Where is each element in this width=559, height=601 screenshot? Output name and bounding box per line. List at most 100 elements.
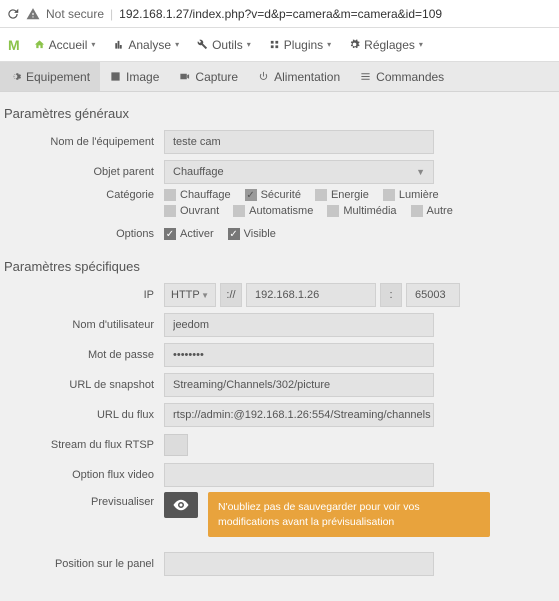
page-url[interactable]: 192.168.1.27/index.php?v=d&p=camera&m=ca… [119, 7, 442, 21]
home-icon [34, 39, 45, 50]
chk-securite[interactable]: Sécurité [245, 189, 301, 201]
section-general-title: Paramètres généraux [4, 100, 549, 129]
row-preview: Previsualiser N'oubliez pas de sauvegard… [4, 492, 549, 537]
row-stream-url: URL du flux rtsp://admin:@192.168.1.26:5… [4, 402, 549, 428]
menu-label: Analyse [128, 38, 171, 52]
wrench-icon [197, 39, 208, 50]
ip-separator: : [380, 283, 402, 307]
row-options: Options Activer Visible [4, 221, 549, 247]
tabs-bar: Equipement Image Capture Alimentation Co… [0, 62, 559, 92]
checkbox-icon [383, 189, 395, 201]
tab-label: Image [126, 70, 159, 84]
section-specific-title: Paramètres spécifiques [4, 253, 549, 282]
gear-icon [349, 39, 360, 50]
input-panel-position[interactable] [164, 552, 434, 576]
select-ip-protocol[interactable]: HTTP▼ [164, 283, 216, 307]
label-options: Options [4, 228, 164, 240]
preview-button[interactable] [164, 492, 198, 518]
tab-image[interactable]: Image [100, 62, 169, 91]
checkbox-icon [233, 205, 245, 217]
row-username: Nom d'utilisateur [4, 312, 549, 338]
menu-accueil[interactable]: Accueil ▾ [26, 32, 104, 58]
cog-icon [10, 71, 21, 82]
list-icon [360, 71, 371, 82]
select-parent-object[interactable]: Chauffage ▼ [164, 160, 434, 184]
checkbox-icon [315, 189, 327, 201]
menu-analyse[interactable]: Analyse ▾ [105, 32, 187, 58]
content-pane: Paramètres généraux Nom de l'équipement … [0, 92, 559, 601]
row-snapshot-url: URL de snapshot [4, 372, 549, 398]
menu-plugins[interactable]: Plugins ▾ [261, 32, 339, 58]
chevron-down-icon: ▼ [416, 167, 425, 177]
separator: | [110, 7, 113, 21]
reload-icon[interactable] [6, 7, 20, 21]
browser-address-bar: Not secure | 192.168.1.27/index.php?v=d&… [0, 0, 559, 28]
caret-icon: ▾ [327, 40, 331, 49]
input-video-option[interactable] [164, 463, 434, 487]
tab-label: Commandes [376, 70, 444, 84]
chevron-down-icon: ▼ [201, 291, 209, 300]
warning-icon [26, 7, 40, 21]
checkbox-icon [164, 228, 176, 240]
chk-chauffage[interactable]: Chauffage [164, 189, 231, 201]
select-value: Chauffage [173, 166, 224, 178]
input-username[interactable] [164, 313, 434, 337]
menu-label: Plugins [284, 38, 323, 52]
label-rtsp-stream: Stream du flux RTSP [4, 439, 164, 451]
input-equipment-name[interactable] [164, 130, 434, 154]
caret-icon: ▾ [175, 40, 179, 49]
chk-ouvrant[interactable]: Ouvrant [164, 205, 219, 217]
row-category: Catégorie Chauffage Sécurité Energie Lum… [4, 189, 549, 217]
row-password: Mot de passe [4, 342, 549, 368]
input-stream-url[interactable]: rtsp://admin:@192.168.1.26:554/Streaming… [164, 403, 434, 427]
tab-label: Equipement [26, 70, 90, 84]
row-rtsp-stream: Stream du flux RTSP [4, 432, 549, 458]
label-equipment-name: Nom de l'équipement [4, 136, 164, 148]
plugin-icon [269, 39, 280, 50]
row-video-option: Option flux video [4, 462, 549, 488]
menu-reglages[interactable]: Réglages ▾ [341, 32, 431, 58]
chart-icon [113, 39, 124, 50]
tab-label: Alimentation [274, 70, 340, 84]
chk-lumiere[interactable]: Lumière [383, 189, 439, 201]
caret-icon: ▾ [419, 40, 423, 49]
rtsp-checkbox[interactable] [164, 434, 188, 456]
input-snapshot-url[interactable] [164, 373, 434, 397]
tab-equipement[interactable]: Equipement [0, 62, 100, 91]
camera-icon [179, 71, 190, 82]
image-icon [110, 71, 121, 82]
checkbox-icon [164, 189, 176, 201]
chk-multimedia[interactable]: Multimédia [327, 205, 396, 217]
label-stream-url: URL du flux [4, 409, 164, 421]
row-parent-object: Objet parent Chauffage ▼ [4, 159, 549, 185]
input-ip-host[interactable] [246, 283, 376, 307]
menu-outils[interactable]: Outils ▾ [189, 32, 259, 58]
label-panel-position: Position sur le panel [4, 558, 164, 570]
checkbox-icon [228, 228, 240, 240]
input-ip-port[interactable] [406, 283, 460, 307]
logo[interactable]: M [4, 37, 24, 53]
chk-autre[interactable]: Autre [411, 205, 453, 217]
chk-automatisme[interactable]: Automatisme [233, 205, 313, 217]
top-menu: M Accueil ▾ Analyse ▾ Outils ▾ Plugins ▾… [0, 28, 559, 62]
label-username: Nom d'utilisateur [4, 319, 164, 331]
checkbox-icon [327, 205, 339, 217]
label-ip: IP [4, 289, 164, 301]
menu-label: Réglages [364, 38, 415, 52]
input-password[interactable] [164, 343, 434, 367]
tab-commandes[interactable]: Commandes [350, 62, 454, 91]
checkbox-icon [411, 205, 423, 217]
chk-activer[interactable]: Activer [164, 228, 214, 240]
tab-label: Capture [195, 70, 238, 84]
chk-visible[interactable]: Visible [228, 228, 276, 240]
row-equipment-name: Nom de l'équipement [4, 129, 549, 155]
chk-energie[interactable]: Energie [315, 189, 369, 201]
tab-alimentation[interactable]: Alimentation [248, 62, 350, 91]
power-icon [258, 71, 269, 82]
tab-capture[interactable]: Capture [169, 62, 248, 91]
label-parent-object: Objet parent [4, 166, 164, 178]
eye-icon [172, 496, 190, 514]
row-panel-position: Position sur le panel [4, 551, 549, 577]
ip-separator: :// [220, 283, 242, 307]
label-snapshot-url: URL de snapshot [4, 379, 164, 391]
